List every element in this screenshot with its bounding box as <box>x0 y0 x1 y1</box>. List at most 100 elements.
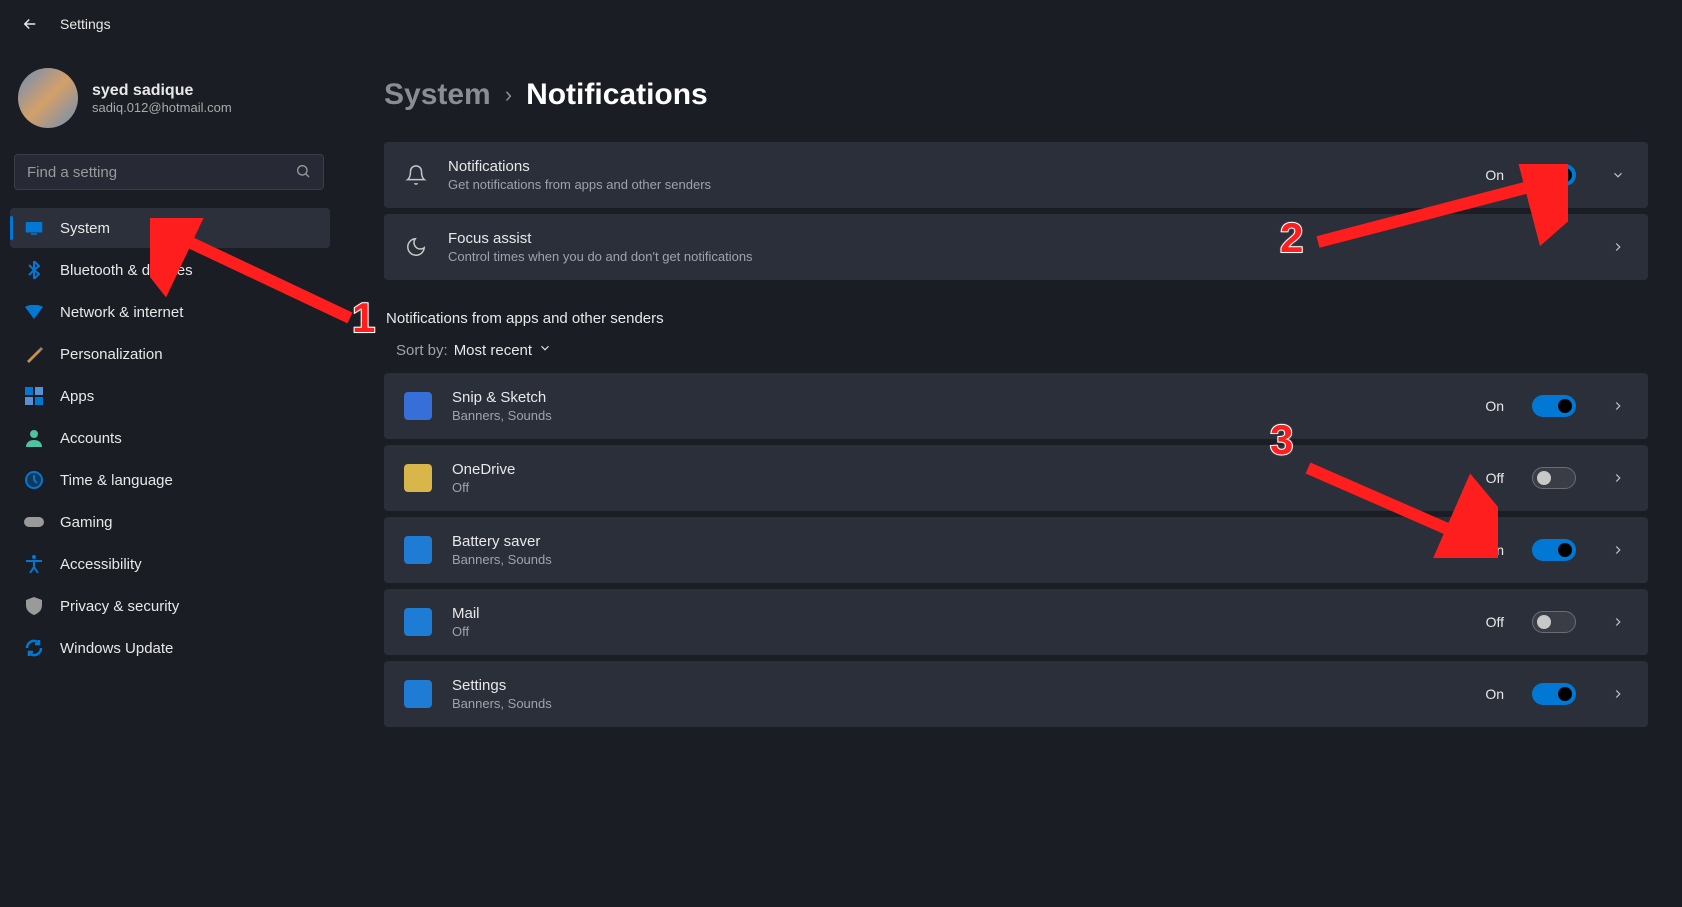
sidebar-item-label: Personalization <box>60 346 163 363</box>
avatar <box>18 68 78 128</box>
notifications-title: Notifications <box>448 158 1465 175</box>
chevron-right-icon: › <box>505 82 512 108</box>
search-box[interactable] <box>14 154 324 190</box>
accounts-icon <box>24 428 44 448</box>
sidebar-item-apps[interactable]: Apps <box>10 376 330 416</box>
sidebar-item-label: Accounts <box>60 430 122 447</box>
app-row-snip-sketch[interactable]: Snip & Sketch Banners, Sounds On <box>384 373 1648 439</box>
chevron-right-icon[interactable] <box>1608 540 1628 560</box>
update-icon <box>24 638 44 658</box>
chevron-right-icon[interactable] <box>1608 684 1628 704</box>
sidebar-item-label: Apps <box>60 388 94 405</box>
focus-title: Focus assist <box>448 230 1576 247</box>
sidebar-item-label: Bluetooth & devices <box>60 262 193 279</box>
app-toggle[interactable] <box>1532 539 1576 561</box>
app-icon <box>404 680 432 708</box>
app-sub: Off <box>452 624 1466 639</box>
app-state-label: Off <box>1486 614 1504 630</box>
profile-block[interactable]: syed sadique sadiq.012@hotmail.com <box>10 58 330 148</box>
sidebar-item-windows-update[interactable]: Windows Update <box>10 628 330 668</box>
chevron-down-icon <box>538 341 552 359</box>
app-name: Battery saver <box>452 533 1465 550</box>
app-toggle[interactable] <box>1532 611 1576 633</box>
app-icon <box>404 536 432 564</box>
breadcrumb-parent[interactable]: System <box>384 78 491 112</box>
app-row-onedrive[interactable]: OneDrive Off Off <box>384 445 1648 511</box>
back-button[interactable] <box>20 14 40 34</box>
personalization-icon <box>24 344 44 364</box>
app-state-label: On <box>1485 542 1504 558</box>
card-notifications[interactable]: Notifications Get notifications from app… <box>384 142 1648 208</box>
sidebar-item-label: System <box>60 220 110 237</box>
header-title: Settings <box>60 16 111 32</box>
apps-icon <box>24 386 44 406</box>
app-sub: Off <box>452 480 1466 495</box>
sidebar-item-network-internet[interactable]: Network & internet <box>10 292 330 332</box>
app-sub: Banners, Sounds <box>452 552 1465 567</box>
section-title: Notifications from apps and other sender… <box>386 310 1648 327</box>
bell-icon <box>404 163 428 187</box>
sidebar-item-bluetooth-devices[interactable]: Bluetooth & devices <box>10 250 330 290</box>
search-input[interactable] <box>27 164 295 181</box>
app-toggle[interactable] <box>1532 467 1576 489</box>
app-sub: Banners, Sounds <box>452 696 1465 711</box>
main-content: System › Notifications Notifications Get… <box>340 48 1682 905</box>
notifications-state-label: On <box>1485 167 1504 183</box>
sort-label: Sort by: <box>396 342 448 359</box>
notifications-desc: Get notifications from apps and other se… <box>448 177 1465 192</box>
chevron-right-icon[interactable] <box>1608 468 1628 488</box>
sidebar-item-accessibility[interactable]: Accessibility <box>10 544 330 584</box>
focus-desc: Control times when you do and don't get … <box>448 249 1576 264</box>
system-icon <box>24 218 44 238</box>
sidebar-item-system[interactable]: System <box>10 208 330 248</box>
app-name: OneDrive <box>452 461 1466 478</box>
app-state-label: On <box>1485 686 1504 702</box>
app-row-battery-saver[interactable]: Battery saver Banners, Sounds On <box>384 517 1648 583</box>
sidebar: syed sadique sadiq.012@hotmail.com Syste… <box>0 48 340 905</box>
app-name: Snip & Sketch <box>452 389 1465 406</box>
bluetooth-icon <box>24 260 44 280</box>
app-name: Settings <box>452 677 1465 694</box>
app-icon <box>404 464 432 492</box>
app-icon <box>404 392 432 420</box>
app-row-mail[interactable]: Mail Off Off <box>384 589 1648 655</box>
chevron-down-icon[interactable] <box>1608 165 1628 185</box>
chevron-right-icon[interactable] <box>1608 396 1628 416</box>
app-state-label: Off <box>1486 470 1504 486</box>
app-toggle[interactable] <box>1532 683 1576 705</box>
sidebar-item-label: Network & internet <box>60 304 183 321</box>
sidebar-item-label: Windows Update <box>60 640 173 657</box>
sidebar-item-label: Accessibility <box>60 556 142 573</box>
app-row-settings[interactable]: Settings Banners, Sounds On <box>384 661 1648 727</box>
app-state-label: On <box>1485 398 1504 414</box>
moon-icon <box>404 235 428 259</box>
search-icon <box>295 163 311 182</box>
sidebar-item-privacy-security[interactable]: Privacy & security <box>10 586 330 626</box>
privacy-icon <box>24 596 44 616</box>
app-icon <box>404 608 432 636</box>
sidebar-item-label: Privacy & security <box>60 598 179 615</box>
sort-dropdown[interactable]: Sort by: Most recent <box>384 341 1648 373</box>
card-focus-assist[interactable]: Focus assist Control times when you do a… <box>384 214 1648 280</box>
profile-email: sadiq.012@hotmail.com <box>92 100 232 115</box>
app-sub: Banners, Sounds <box>452 408 1465 423</box>
chevron-right-icon[interactable] <box>1608 237 1628 257</box>
sidebar-item-label: Gaming <box>60 514 113 531</box>
sidebar-item-time-language[interactable]: Time & language <box>10 460 330 500</box>
nav-list: System Bluetooth & devices Network & int… <box>10 208 330 668</box>
sidebar-item-personalization[interactable]: Personalization <box>10 334 330 374</box>
breadcrumb-current: Notifications <box>526 78 708 112</box>
app-name: Mail <box>452 605 1466 622</box>
sidebar-item-accounts[interactable]: Accounts <box>10 418 330 458</box>
sidebar-item-gaming[interactable]: Gaming <box>10 502 330 542</box>
chevron-right-icon[interactable] <box>1608 612 1628 632</box>
sidebar-item-label: Time & language <box>60 472 173 489</box>
profile-name: syed sadique <box>92 82 232 100</box>
gaming-icon <box>24 512 44 532</box>
accessibility-icon <box>24 554 44 574</box>
breadcrumb: System › Notifications <box>384 78 1648 112</box>
notifications-toggle[interactable] <box>1532 164 1576 186</box>
network-icon <box>24 302 44 322</box>
time-icon <box>24 470 44 490</box>
app-toggle[interactable] <box>1532 395 1576 417</box>
